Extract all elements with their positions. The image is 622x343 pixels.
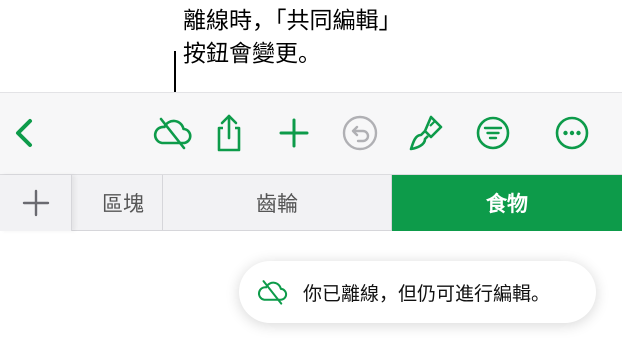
plus-icon (22, 189, 49, 217)
format-button[interactable] (405, 111, 449, 155)
undo-button[interactable] (338, 111, 382, 155)
share-icon (217, 114, 241, 152)
callout-annotation: 離線時，「共同編輯」 按鈕會變更。 (183, 5, 402, 71)
callout-line-1: 離線時，「共同編輯」 (183, 8, 402, 34)
add-button[interactable] (272, 111, 316, 155)
share-button[interactable] (207, 111, 251, 155)
tab-label: 食物 (486, 192, 528, 216)
tab-label: 齒輪 (256, 192, 298, 216)
paintbrush-icon (409, 115, 443, 151)
tab-gears[interactable]: 齒輪 (163, 175, 392, 231)
chevron-left-icon (16, 119, 32, 147)
offline-toast: 你已離線，但仍可進行編輯。 (239, 261, 596, 323)
cloud-slash-icon (153, 117, 192, 150)
toast-message: 你已離線，但仍可進行編輯。 (303, 283, 551, 305)
tab-label: 區塊 (102, 192, 144, 216)
add-sheet-button[interactable] (0, 175, 72, 231)
filter-lines-icon (476, 116, 510, 150)
tab-food[interactable]: 食物 (392, 175, 622, 231)
toolbar (0, 92, 622, 174)
ellipsis-circle-icon (555, 116, 589, 150)
callout-line-2: 按鈕會變更。 (183, 41, 321, 67)
sheet-tab-bar: 區塊 齒輪 食物 (0, 174, 622, 231)
organize-button[interactable] (471, 111, 515, 155)
cloud-slash-icon (258, 280, 288, 305)
plus-icon (279, 118, 309, 148)
collaborate-button[interactable] (150, 111, 194, 155)
back-button[interactable] (2, 111, 46, 155)
undo-icon (342, 115, 378, 151)
more-button[interactable] (550, 111, 594, 155)
